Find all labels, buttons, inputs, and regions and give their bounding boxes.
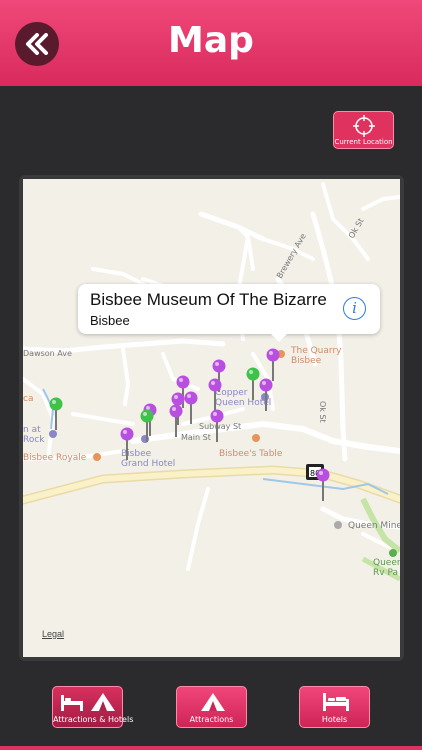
label-bisbees-table: Bisbee's Table: [219, 449, 283, 459]
tab-attractions-and-hotels[interactable]: Attractions & Hotels: [52, 686, 134, 728]
callout-subtitle: Bisbee: [90, 313, 130, 328]
map-callout[interactable]: Bisbee Museum Of The Bizarre Bisbee i: [78, 284, 380, 334]
map-pin[interactable]: [316, 468, 330, 502]
crosshair-icon: [353, 115, 375, 137]
label-grand-hotel: Bisbee Grand Hotel: [121, 449, 175, 469]
label-main-st: Main St: [181, 433, 211, 442]
current-location-label: Current Location: [334, 138, 393, 146]
label-queen-mine: Queen Mine: [348, 521, 400, 531]
tab-attractions[interactable]: Attractions: [176, 686, 247, 728]
page-title: Map: [168, 20, 254, 61]
label-dawson-ave: Dawson Ave: [23, 349, 72, 358]
header-bar: Map: [0, 0, 422, 86]
map-view[interactable]: The Quarry Bisbee Copper Queen Hotel Subwa…: [23, 179, 400, 657]
bed-and-tent-icon: [61, 693, 115, 711]
map-canvas: The Quarry Bisbee Copper Queen Hotel Subwa…: [23, 182, 400, 582]
callout-tail: [270, 333, 288, 342]
tab-attractions-and-hotels-label: Attractions & Hotels: [53, 715, 134, 724]
label-ca: ca: [23, 394, 33, 404]
bed-icon: [323, 693, 349, 711]
label-ok-st-mid: Ok St: [318, 401, 327, 423]
label-inn-at-rock: n at Rock: [23, 425, 45, 445]
bottom-accent-line: [0, 746, 422, 750]
tab-hotels-label: Hotels: [321, 715, 348, 724]
label-ok-st-top: Ok St: [347, 217, 366, 240]
tab-attractions-label: Attractions: [189, 715, 234, 724]
info-icon[interactable]: i: [343, 297, 366, 320]
map-legal-link[interactable]: Legal: [42, 629, 64, 639]
tab-hotels[interactable]: Hotels: [299, 686, 370, 728]
current-location-button[interactable]: Current Location: [333, 111, 394, 149]
map-pin[interactable]: [246, 367, 260, 401]
label-subway-st: Subway St: [199, 422, 241, 431]
label-bisbee-royale: Bisbee Royale: [23, 453, 87, 463]
tent-icon: [201, 693, 225, 711]
label-queen-rv: Queen Rv Pa: [373, 558, 400, 578]
callout-title: Bisbee Museum Of The Bizarre: [90, 290, 327, 309]
label-quarry: The Quarry Bisbee: [290, 346, 342, 366]
